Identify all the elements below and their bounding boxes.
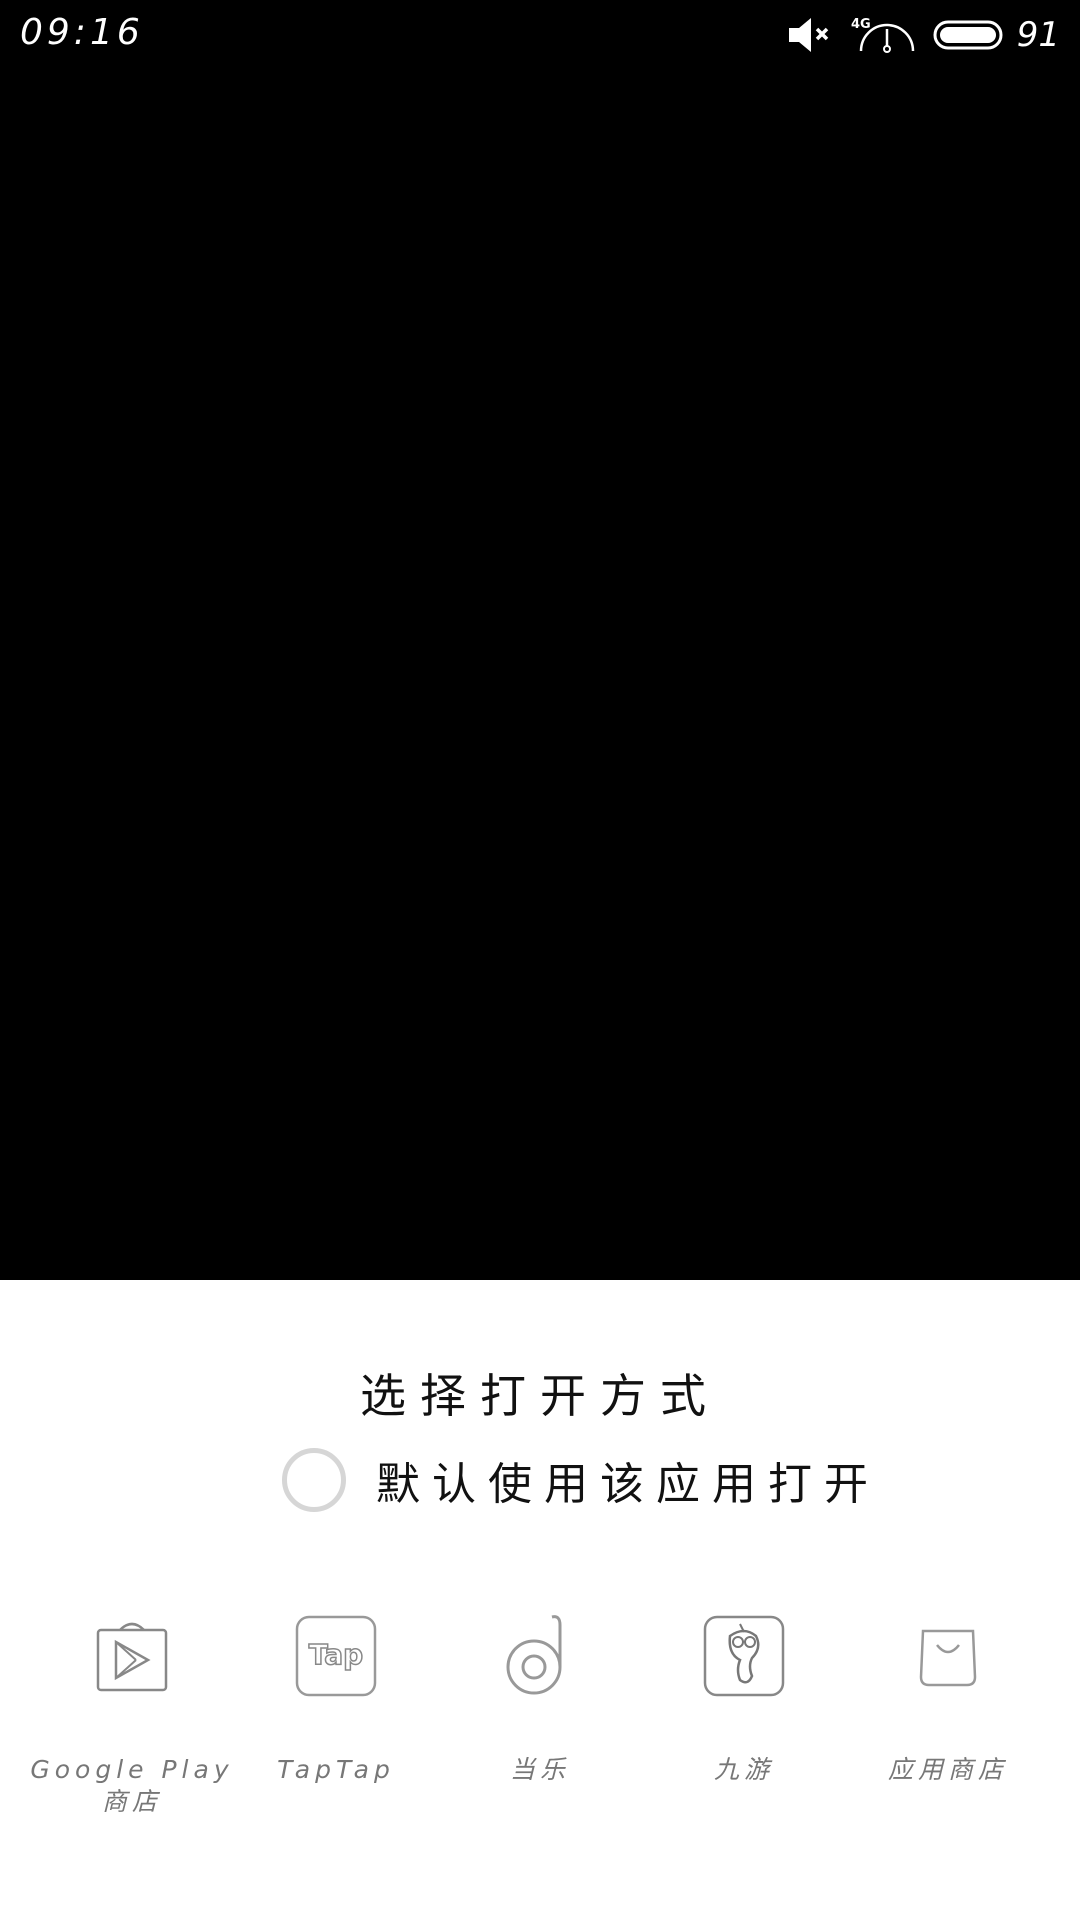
app-dangle[interactable]: 当乐 xyxy=(438,1610,642,1818)
app-store[interactable]: 应用商店 xyxy=(846,1610,1050,1818)
svg-text:Tap: Tap xyxy=(309,1638,363,1671)
signal-icon: 4G xyxy=(851,15,915,55)
battery-percent: 91 xyxy=(1016,15,1060,55)
app-taptap[interactable]: Tap TapTap xyxy=(234,1610,438,1818)
dangle-icon xyxy=(494,1610,586,1702)
app-label-line-2: 商店 xyxy=(101,1787,162,1816)
app-label: 当乐 xyxy=(509,1755,570,1784)
screen: 09:16 4G 91 选择打开方式 默认使用该应用打开 Google Play… xyxy=(0,0,1080,1920)
google-play-icon xyxy=(86,1610,178,1702)
status-icons: 4G 91 xyxy=(787,10,1060,60)
app-label: 九游 xyxy=(713,1755,774,1784)
status-bar: 09:16 4G 91 xyxy=(0,0,1080,70)
default-option-label: 默认使用该应用打开 xyxy=(376,1459,880,1510)
battery-icon xyxy=(933,19,1005,51)
app-google-play[interactable]: Google Play 商店 xyxy=(30,1610,234,1818)
app-label: 应用商店 xyxy=(887,1755,1008,1784)
app-store-icon xyxy=(902,1610,994,1702)
app-label-line-1: Google Play xyxy=(30,1755,234,1784)
app-chooser-sheet: 选择打开方式 默认使用该应用打开 Google Play 商店 Tap TapT… xyxy=(0,1280,1080,1920)
svg-text:4G: 4G xyxy=(851,17,871,32)
app-label: TapTap xyxy=(277,1755,395,1784)
jiuyou-icon xyxy=(698,1610,790,1702)
default-option-row[interactable]: 默认使用该应用打开 xyxy=(282,1444,880,1516)
mute-icon xyxy=(787,15,833,55)
taptap-icon: Tap xyxy=(290,1610,382,1702)
app-list: Google Play 商店 Tap TapTap 当乐 九游 应用商店 xyxy=(30,1610,1050,1818)
status-time: 09:16 xyxy=(20,12,144,53)
default-option-radio[interactable] xyxy=(282,1448,346,1512)
app-label: Google Play 商店 xyxy=(30,1754,233,1818)
sheet-title: 选择打开方式 xyxy=(360,1369,720,1423)
app-jiuyou[interactable]: 九游 xyxy=(642,1610,846,1818)
